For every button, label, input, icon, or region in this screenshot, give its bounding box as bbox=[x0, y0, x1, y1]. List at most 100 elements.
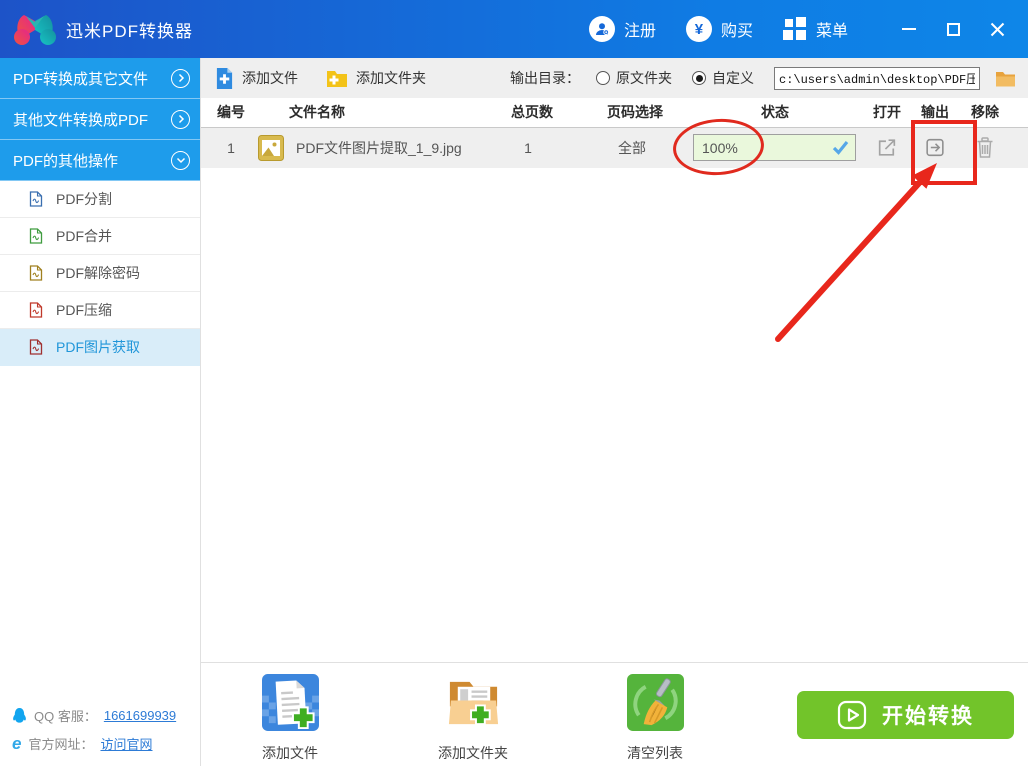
category-label: PDF转换成其它文件 bbox=[13, 70, 149, 88]
browse-folder-button[interactable] bbox=[995, 70, 1016, 87]
toolbar: 添加文件 添加文件夹 输出目录： 原文件夹 自定义 bbox=[201, 58, 1028, 98]
grid-menu-icon bbox=[782, 17, 807, 41]
sidebar-item-pdf-split[interactable]: PDF分割 bbox=[0, 181, 200, 218]
minimize-button[interactable] bbox=[892, 0, 926, 58]
register-label: 注册 bbox=[623, 23, 656, 40]
sidebar-item-label: PDF合并 bbox=[56, 228, 112, 244]
add-folder-label: 添加文件夹 bbox=[356, 70, 426, 86]
sidebar-item-pdf-merge[interactable]: PDF合并 bbox=[0, 218, 200, 255]
radio-custom-label: 自定义 bbox=[712, 70, 754, 86]
col-filename: 文件名称 bbox=[289, 104, 345, 120]
register-button[interactable]: 注册 bbox=[588, 16, 656, 42]
titlebar: 迅米PDF转换器 注册 ¥ 购买 菜单 bbox=[0, 0, 1028, 58]
pdf-file-icon bbox=[29, 191, 43, 207]
chevron-right-icon bbox=[171, 68, 190, 88]
pdf-file-icon bbox=[29, 265, 43, 281]
browser-icon: e bbox=[12, 733, 22, 753]
buy-button[interactable]: ¥ 购买 bbox=[685, 16, 753, 42]
export-arrow-icon bbox=[926, 138, 944, 157]
open-file-button[interactable] bbox=[876, 136, 899, 159]
row-page-selection: 全部 bbox=[618, 140, 646, 156]
sidebar-item-label: PDF图片获取 bbox=[56, 339, 140, 355]
sidebar-category-other-to-pdf[interactable]: 其他文件转换成PDF bbox=[0, 99, 200, 140]
sidebar-item-label: PDF解除密码 bbox=[56, 265, 140, 281]
footer-bar: 添加文件 添加文件夹 清空列表 开始转换 bbox=[201, 662, 1028, 766]
pdf-file-icon bbox=[29, 302, 43, 318]
qq-icon bbox=[13, 708, 26, 723]
col-number: 编号 bbox=[217, 104, 245, 120]
category-label: PDF的其他操作 bbox=[13, 152, 119, 170]
chevron-down-icon bbox=[171, 150, 190, 170]
app-window: 迅米PDF转换器 注册 ¥ 购买 菜单 PDF转换成其它文件 其他文件转换成PD… bbox=[0, 0, 1028, 766]
add-folder-icon bbox=[327, 70, 347, 87]
col-remove: 移除 bbox=[971, 104, 999, 120]
col-open: 打开 bbox=[873, 104, 901, 120]
menu-button[interactable]: 菜单 bbox=[782, 17, 848, 41]
footer-clear-list-label: 清空列表 bbox=[627, 745, 683, 761]
check-icon bbox=[832, 140, 849, 155]
trash-icon bbox=[977, 137, 993, 158]
add-file-icon bbox=[216, 67, 233, 89]
pdf-file-icon bbox=[29, 228, 43, 244]
qq-support-row: QQ 客服： 1661699939 bbox=[12, 706, 176, 725]
add-file-big-icon bbox=[261, 674, 319, 731]
start-convert-button[interactable]: 开始转换 bbox=[797, 691, 1014, 739]
sidebar-item-pdf-remove-password[interactable]: PDF解除密码 bbox=[0, 255, 200, 292]
sidebar-item-pdf-image-extract[interactable]: PDF图片获取 bbox=[0, 329, 200, 366]
row-number: 1 bbox=[227, 140, 235, 156]
output-dir-label: 输出目录： bbox=[510, 70, 580, 86]
row-total-pages: 1 bbox=[524, 140, 532, 156]
table-row: 1 PDF文件图片提取_1_9.jpg 1 全部 100% bbox=[201, 128, 1028, 168]
yen-icon: ¥ bbox=[685, 16, 712, 42]
footer-clear-list-button[interactable]: 清空列表 bbox=[603, 674, 707, 763]
add-folder-button[interactable]: 添加文件夹 bbox=[326, 68, 426, 88]
sidebar-contact: QQ 客服： 1661699939 e 官方网址： 访问官网 bbox=[12, 706, 176, 753]
output-path-input[interactable] bbox=[774, 66, 980, 90]
maximize-button[interactable] bbox=[936, 0, 970, 58]
user-icon bbox=[588, 16, 615, 42]
app-title: 迅米PDF转换器 bbox=[66, 21, 193, 41]
sidebar-category-pdf-to-other[interactable]: PDF转换成其它文件 bbox=[0, 58, 200, 99]
sidebar-item-label: PDF压缩 bbox=[56, 302, 112, 318]
progress-bar: 100% bbox=[693, 134, 856, 161]
footer-add-folder-button[interactable]: 添加文件夹 bbox=[421, 674, 525, 763]
col-total-pages: 总页数 bbox=[511, 104, 553, 120]
official-site-link[interactable]: 访问官网 bbox=[100, 734, 152, 753]
titlebar-actions: 注册 ¥ 购买 菜单 bbox=[588, 0, 1028, 58]
buy-label: 购买 bbox=[720, 23, 753, 40]
sidebar: PDF转换成其它文件 其他文件转换成PDF PDF的其他操作 PDF分割 PDF… bbox=[0, 58, 201, 766]
minimize-icon bbox=[902, 28, 916, 30]
remove-row-button[interactable] bbox=[975, 136, 995, 159]
play-icon bbox=[837, 700, 867, 730]
maximize-icon bbox=[946, 22, 960, 36]
folder-icon bbox=[996, 71, 1015, 86]
add-file-label: 添加文件 bbox=[242, 70, 298, 86]
qq-number-link[interactable]: 1661699939 bbox=[104, 708, 176, 723]
image-file-icon bbox=[258, 135, 284, 164]
col-page-select: 页码选择 bbox=[607, 104, 663, 120]
add-folder-big-icon bbox=[448, 681, 498, 726]
main-area: 添加文件 添加文件夹 输出目录： 原文件夹 自定义 c:\users\admin… bbox=[201, 58, 1028, 766]
chevron-right-icon bbox=[171, 109, 190, 129]
footer-add-folder-label: 添加文件夹 bbox=[438, 745, 508, 761]
footer-add-file-button[interactable]: 添加文件 bbox=[238, 674, 342, 763]
site-label: 官方网址： bbox=[28, 737, 94, 752]
start-convert-label: 开始转换 bbox=[882, 705, 974, 728]
radio-original-folder[interactable] bbox=[596, 71, 610, 85]
sidebar-item-pdf-compress[interactable]: PDF压缩 bbox=[0, 292, 200, 329]
add-file-button[interactable]: 添加文件 bbox=[215, 67, 298, 90]
external-link-icon bbox=[878, 139, 896, 156]
export-output-button[interactable] bbox=[924, 136, 947, 159]
sidebar-item-label: PDF分割 bbox=[56, 191, 112, 207]
col-status: 状态 bbox=[761, 104, 789, 120]
col-output: 输出 bbox=[921, 104, 949, 120]
category-label: 其他文件转换成PDF bbox=[13, 111, 149, 129]
close-button[interactable] bbox=[980, 0, 1014, 58]
progress-value: 100% bbox=[702, 139, 738, 156]
radio-original-label: 原文件夹 bbox=[616, 70, 672, 86]
output-dir-group: 输出目录： 原文件夹 自定义 bbox=[510, 66, 1016, 90]
radio-custom[interactable] bbox=[692, 71, 706, 85]
sidebar-category-pdf-other-ops[interactable]: PDF的其他操作 bbox=[0, 140, 200, 181]
close-icon bbox=[990, 22, 1004, 36]
row-filename: PDF文件图片提取_1_9.jpg bbox=[296, 140, 462, 156]
